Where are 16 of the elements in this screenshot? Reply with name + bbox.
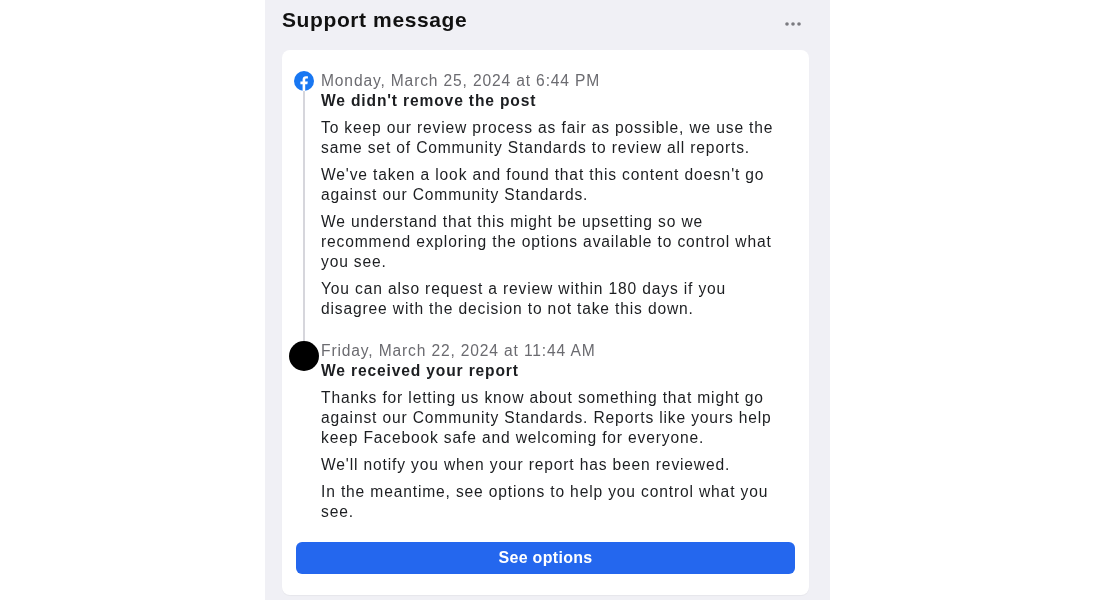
more-icon[interactable] xyxy=(785,22,801,26)
event-date: Friday, March 22, 2024 at 11:44 AM xyxy=(321,341,597,361)
event-heading: We didn't remove the post xyxy=(321,91,538,111)
event-paragraph: Thanks for letting us know about something that might go against our Community Standards. Reports like yours help keep Facebook safe and welcoming for everyone. xyxy=(321,388,773,448)
event-date: Monday, March 25, 2024 at 6:44 PM xyxy=(321,71,602,91)
event-paragraph: We'll notify you when your report has been reviewed. xyxy=(321,455,732,475)
event-paragraph: In the meantime, see options to help you control what you see. xyxy=(321,482,770,522)
event-paragraph: You can also request a review within 180 days if you disagree with the decision to not take this down. xyxy=(321,279,728,319)
event-paragraph: We've taken a look and found that this content doesn't go against our Community Standards. xyxy=(321,165,766,205)
panel-title: Support message xyxy=(282,7,468,33)
see-options-button[interactable]: See options xyxy=(296,542,795,574)
timeline-dot-icon xyxy=(289,341,319,371)
event-heading: We received your report xyxy=(321,361,520,381)
logo-icon xyxy=(294,71,314,91)
event-paragraph: We understand that this might be upsetting so we recommend exploring the options available to control what you see. xyxy=(321,212,773,272)
event-paragraph: To keep our review process as fair as possible, we use the same set of Community Standards to review all reports. xyxy=(321,118,775,158)
